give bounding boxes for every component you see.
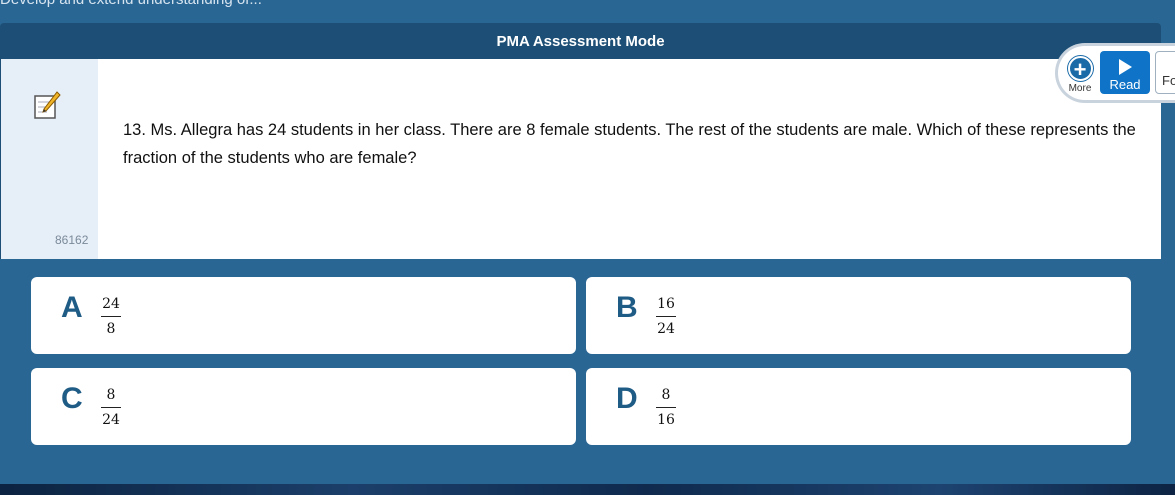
answer-fraction: 8 24 — [101, 385, 121, 430]
answer-option-b[interactable]: B 16 24 — [586, 277, 1131, 354]
answer-option-c[interactable]: C 8 24 — [31, 368, 576, 445]
fraction-numerator: 8 — [656, 385, 676, 408]
answer-fraction: 16 24 — [656, 294, 676, 339]
answer-letter: B — [616, 291, 638, 324]
question-panel: PMA Assessment Mode 86162 13. Ms. Allegr… — [0, 23, 1161, 259]
answer-fraction: 8 16 — [656, 385, 676, 430]
tool-bar: + More Read Fo — [1058, 46, 1175, 100]
answer-letter: A — [61, 291, 83, 324]
panel-title: PMA Assessment Mode — [496, 32, 665, 50]
fraction-denominator: 16 — [657, 412, 675, 428]
read-label: Read — [1109, 77, 1141, 92]
fraction-denominator: 24 — [657, 321, 675, 337]
breadcrumb: Develop and extend understanding of... — [0, 0, 262, 8]
background-strip — [0, 484, 1175, 495]
next-tool-label: Fo — [1162, 73, 1175, 88]
item-id: 86162 — [55, 233, 89, 247]
answer-option-a[interactable]: A 24 8 — [31, 277, 576, 354]
more-button[interactable]: + More — [1064, 56, 1096, 94]
question-card: 86162 13. Ms. Allegra has 24 students in… — [1, 59, 1161, 259]
answer-fraction: 24 8 — [101, 294, 121, 339]
fraction-denominator: 8 — [106, 321, 116, 337]
answer-letter: C — [61, 382, 83, 415]
question-sidebar: 86162 — [1, 59, 98, 259]
fraction-numerator: 8 — [101, 385, 121, 408]
notepad-icon[interactable] — [33, 90, 61, 120]
plus-icon: + — [1067, 56, 1093, 82]
answer-letter: D — [616, 382, 638, 415]
more-label: More — [1068, 83, 1092, 94]
fraction-denominator: 24 — [102, 412, 120, 428]
fraction-numerator: 24 — [101, 294, 121, 317]
next-tool-button[interactable]: Fo — [1155, 51, 1175, 94]
question-text: 13. Ms. Allegra has 24 students in her c… — [123, 121, 1136, 167]
play-icon — [1118, 59, 1132, 75]
answer-option-d[interactable]: D 8 16 — [586, 368, 1131, 445]
fraction-numerator: 16 — [656, 294, 676, 317]
read-button[interactable]: Read — [1100, 51, 1150, 94]
